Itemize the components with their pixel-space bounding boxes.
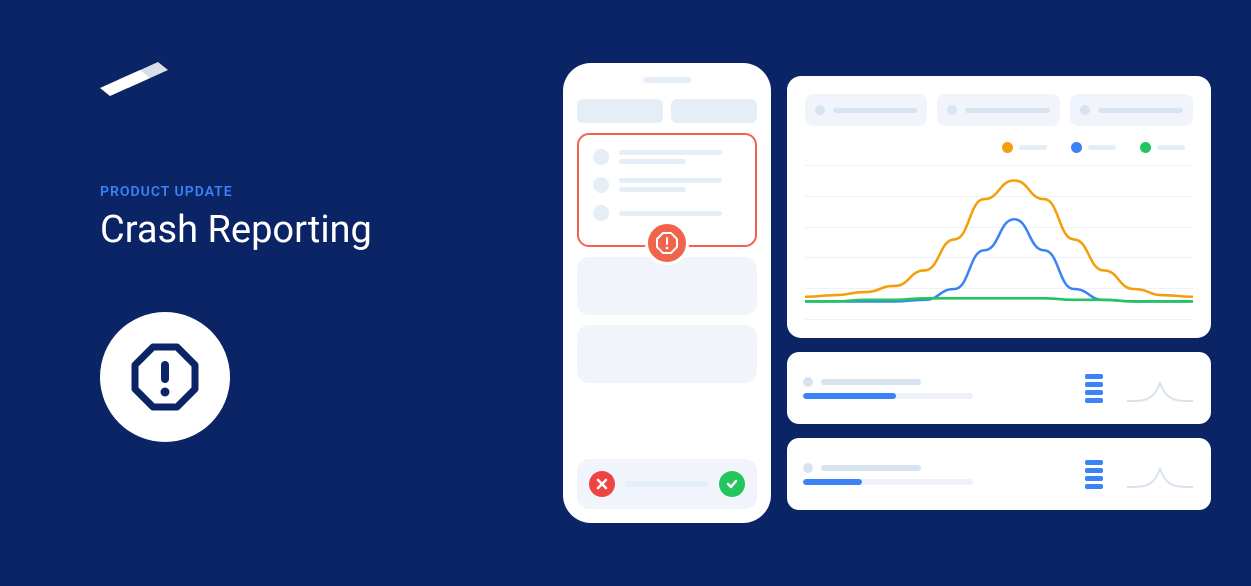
crash-badge-icon (100, 312, 230, 442)
avatar-placeholder (593, 177, 609, 193)
text-placeholder (619, 211, 722, 216)
accept-icon (719, 471, 745, 497)
list-row (787, 352, 1211, 424)
chart-tab-placeholder (805, 94, 928, 126)
bar-segments-icon (1085, 374, 1103, 403)
sparkline (1125, 457, 1195, 492)
legend-dot-green (1140, 142, 1151, 153)
error-octagon-icon (645, 221, 689, 265)
reject-icon (589, 471, 615, 497)
status-dot (803, 377, 813, 387)
text-placeholder (625, 481, 709, 487)
legend-dot-orange (1002, 142, 1013, 153)
text-placeholder (821, 465, 921, 471)
text-placeholder (619, 178, 722, 183)
sparkline (1125, 371, 1195, 406)
crash-event-card (577, 133, 757, 247)
progress-bar (803, 393, 973, 399)
progress-bar (803, 479, 973, 485)
brand-logo (100, 60, 503, 104)
list-row (787, 438, 1211, 510)
bar-segments-icon (1085, 460, 1103, 489)
chart-tab-placeholder (937, 94, 1060, 126)
phone-tab-placeholder (577, 99, 663, 123)
legend-dot-blue (1071, 142, 1082, 153)
phone-notch (643, 77, 691, 83)
text-placeholder (619, 150, 722, 155)
chart-tab-placeholder (1070, 94, 1193, 126)
phone-tab-placeholder (671, 99, 757, 123)
status-dot (803, 463, 813, 473)
avatar-placeholder (593, 149, 609, 165)
page-title: Crash Reporting (100, 208, 503, 252)
eyebrow-label: PRODUCT UPDATE (100, 184, 503, 200)
content-placeholder (577, 257, 757, 315)
chart-area (805, 165, 1193, 320)
text-placeholder (619, 187, 686, 192)
avatar-placeholder (593, 205, 609, 221)
phone-mockup (563, 63, 771, 523)
dashboard-mockup (787, 76, 1211, 510)
chart-legend (805, 142, 1193, 153)
text-placeholder (619, 159, 686, 164)
content-placeholder (577, 325, 757, 383)
action-row (577, 459, 757, 509)
text-placeholder (821, 379, 921, 385)
chart-panel (787, 76, 1211, 338)
